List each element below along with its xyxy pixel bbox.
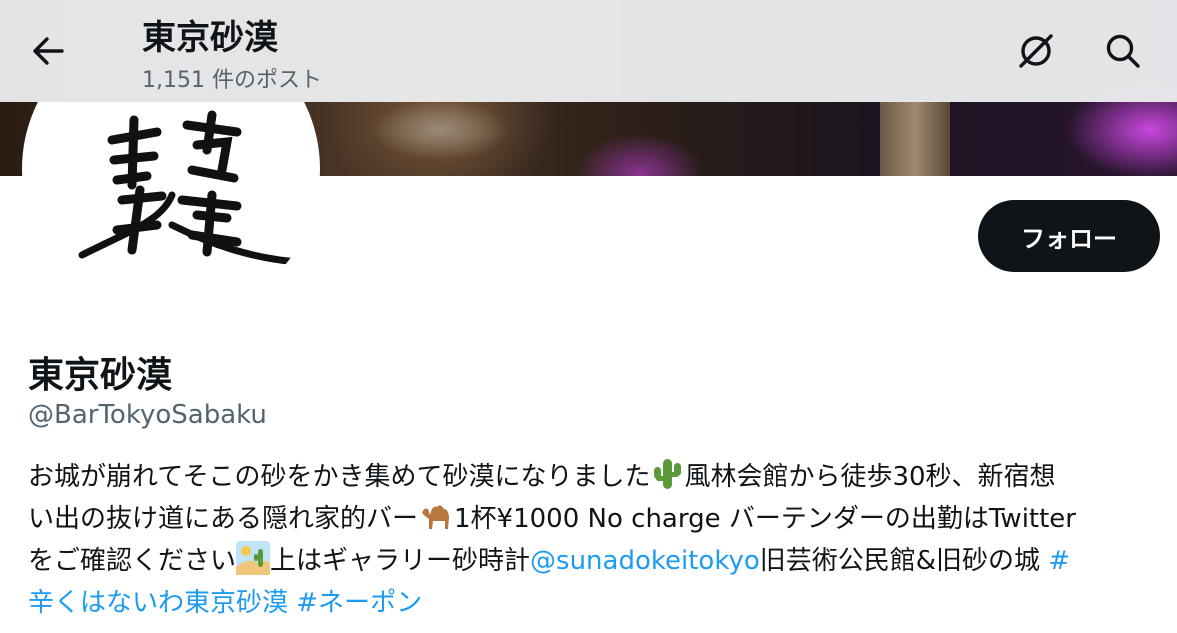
bio-text: 旧芸術公民館&旧砂の城 [759,546,1049,576]
bio-line: をご確認ください 上はギャラリー砂時計@sunadokeitokyo旧芸術公民館… [28,540,1158,582]
back-arrow-icon [33,37,64,65]
bio-text: い出の抜け道にある隠れ家的バー [28,504,419,534]
bio-text: 1杯¥1000 No charge バーテンダーの出勤はTwitter [454,504,1076,534]
mention-link[interactable]: @sunadokeitokyo [530,546,760,576]
desert-emoji [236,541,271,575]
header-post-count: 1,151 件のポスト [142,68,322,93]
header-title: 東京砂漠 [142,18,278,58]
bio-line: お城が崩れてそこの砂をかき集めて砂漠になりました 風林会館から徒歩30秒、新宿想 [28,456,1158,498]
grok-icon [1019,34,1053,68]
hashtag-link[interactable]: #ネーポン [296,588,422,618]
search-button[interactable] [1100,28,1146,74]
bio-line: 辛くはないわ東京砂漠 #ネーポン [28,582,1158,624]
bio-text: をご確認ください [28,546,237,576]
banner-decoration [370,100,510,160]
bio-line: い出の抜け道にある隠れ家的バー 1杯¥1000 No charge バーテンダー… [28,498,1158,540]
bio-text: 上はギャラリー砂時計 [270,546,531,576]
profile-display-name: 東京砂漠 [28,355,173,396]
top-bar: 東京砂漠 1,151 件のポスト [0,0,1177,102]
hashtag-link[interactable]: # [1048,546,1070,576]
bio-text: お城が崩れてそこの砂をかき集めて砂漠になりました [28,462,651,492]
profile-handle: @BarTokyoSabaku [28,400,267,430]
camel-emoji [422,505,450,529]
profile-bio: お城が崩れてそこの砂をかき集めて砂漠になりました 風林会館から徒歩30秒、新宿想… [28,456,1158,624]
follow-button[interactable]: フォロー [978,200,1160,272]
back-button[interactable] [28,33,68,69]
cactus-emoji [654,459,682,489]
bio-text: 風林会館から徒歩30秒、新宿想 [684,462,1056,492]
search-icon [1106,34,1140,68]
grok-button[interactable] [1013,28,1059,74]
hashtag-link[interactable]: 辛くはないわ東京砂漠 [28,588,288,618]
banner-decoration [880,100,950,176]
